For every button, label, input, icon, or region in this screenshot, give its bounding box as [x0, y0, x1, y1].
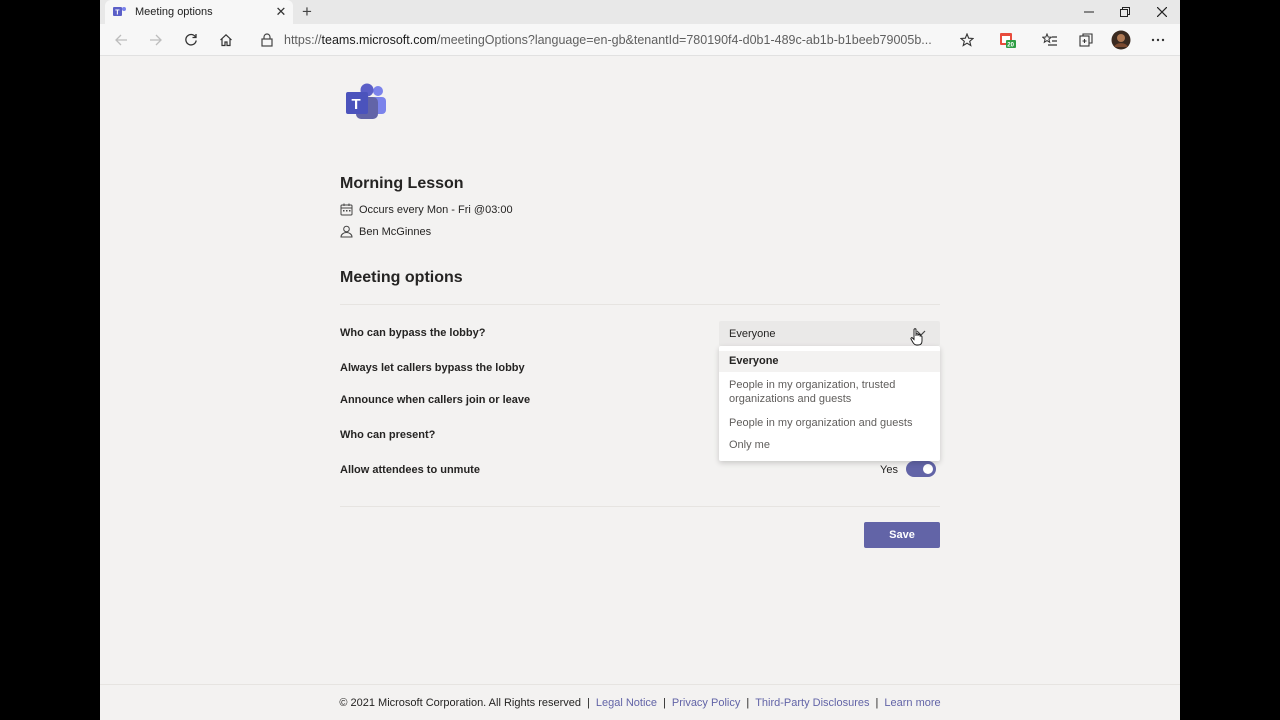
lobby-bypass-menu: Everyone People in my organization, trus…: [719, 346, 940, 461]
url-text[interactable]: https://teams.microsoft.com/meetingOptio…: [284, 33, 954, 47]
allow-unmute-toggle[interactable]: [906, 461, 936, 477]
browser-window: T Meeting options ✕ + https://teams.micr…: [100, 0, 1180, 720]
tab-title: Meeting options: [135, 6, 213, 18]
teams-logo-icon: T: [342, 82, 390, 122]
browser-tab[interactable]: T Meeting options ✕: [105, 0, 293, 24]
privacy-policy-link[interactable]: Privacy Policy: [672, 697, 740, 709]
favorites-list-icon[interactable]: [1040, 30, 1060, 50]
footer-separator: |: [746, 696, 750, 709]
collections-icon[interactable]: [1076, 30, 1096, 50]
unmute-toggle-value: Yes: [880, 464, 898, 476]
page-footer: © 2021 Microsoft Corporation. All Rights…: [100, 684, 1180, 720]
recurrence-row: Occurs every Mon - Fri @03:00: [340, 203, 513, 216]
svg-text:T: T: [352, 96, 361, 113]
footer-separator: |: [663, 696, 666, 709]
more-icon[interactable]: [1148, 30, 1168, 50]
calendar-icon: [340, 203, 353, 216]
callers-bypass-label: Always let callers bypass the lobby: [340, 362, 525, 374]
save-button[interactable]: Save: [864, 522, 940, 548]
restore-icon[interactable]: [1107, 0, 1143, 24]
footer-separator: |: [875, 696, 879, 709]
back-icon[interactable]: [111, 30, 131, 50]
menu-item-org-guests[interactable]: People in my organization and guests: [719, 416, 940, 430]
recurrence-text: Occurs every Mon - Fri @03:00: [359, 203, 513, 216]
section-title: Meeting options: [340, 269, 463, 286]
lobby-bypass-label: Who can bypass the lobby?: [340, 327, 486, 339]
forward-icon[interactable]: [146, 30, 166, 50]
browser-toolbar: https://teams.microsoft.com/meetingOptio…: [100, 24, 1180, 56]
title-bar: T Meeting options ✕ +: [100, 0, 1180, 24]
menu-item-only-me[interactable]: Only me: [719, 438, 940, 452]
toggle-knob: [923, 464, 933, 474]
refresh-icon[interactable]: [181, 30, 201, 50]
meeting-title: Morning Lesson: [340, 175, 464, 192]
close-window-icon[interactable]: [1144, 0, 1180, 24]
extension-calendar-icon[interactable]: 20: [998, 30, 1018, 50]
teams-favicon-icon: T: [113, 5, 127, 19]
menu-item-org-trusted-guests[interactable]: People in my organization, trusted organ…: [719, 378, 940, 406]
hand-cursor-icon: [910, 328, 924, 346]
tab-close-icon[interactable]: ✕: [273, 4, 289, 20]
menu-item-everyone[interactable]: Everyone: [719, 351, 940, 372]
lock-icon[interactable]: [258, 31, 276, 49]
svg-text:20: 20: [1007, 43, 1014, 49]
new-tab-icon[interactable]: +: [298, 2, 316, 21]
address-bar[interactable]: https://teams.microsoft.com/meetingOptio…: [250, 27, 990, 53]
footer-separator: |: [587, 696, 590, 709]
minimize-icon[interactable]: [1071, 0, 1107, 24]
svg-text:T: T: [115, 10, 120, 17]
copyright-text: © 2021 Microsoft Corporation. All Rights…: [339, 696, 581, 709]
divider: [340, 506, 940, 507]
organizer-name: Ben McGinnes: [359, 225, 432, 238]
profile-avatar[interactable]: [1111, 30, 1131, 50]
announce-callers-label: Announce when callers join or leave: [340, 394, 531, 406]
home-icon[interactable]: [216, 30, 236, 50]
lobby-bypass-dropdown[interactable]: Everyone: [719, 321, 940, 346]
divider: [340, 304, 940, 305]
dropdown-selected-value: Everyone: [729, 327, 776, 340]
third-party-disclosures-link[interactable]: Third-Party Disclosures: [755, 697, 869, 709]
learn-more-link[interactable]: Learn more: [884, 697, 940, 709]
legal-notice-link[interactable]: Legal Notice: [596, 697, 657, 709]
favorite-star-icon[interactable]: [957, 30, 977, 50]
meeting-options-page: T Morning Lesson Occurs every Mon - Fri …: [340, 56, 940, 684]
allow-unmute-label: Allow attendees to unmute: [340, 464, 480, 476]
organizer-row: Ben McGinnes: [340, 225, 431, 238]
person-icon: [340, 225, 353, 238]
who-can-present-label: Who can present?: [340, 429, 436, 441]
